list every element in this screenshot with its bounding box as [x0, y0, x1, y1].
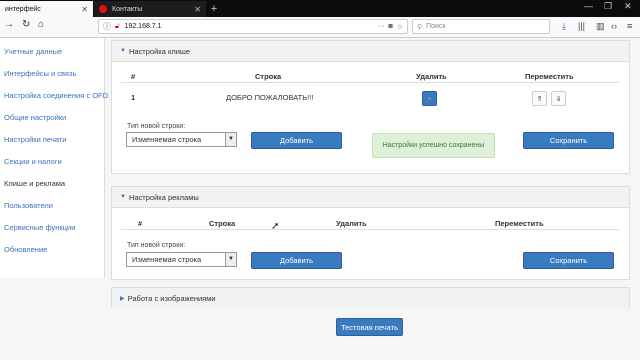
developer-icon[interactable]: ‹› [611, 21, 617, 31]
column-header-row: Строка [255, 72, 282, 81]
new-tab-icon[interactable]: + [207, 2, 221, 16]
cliche-panel-header[interactable]: ▼ Настройка клише [112, 41, 629, 62]
home-icon[interactable]: ⌂ [38, 19, 44, 30]
column-header-move: Переместить [495, 219, 544, 228]
sidebar-item-update[interactable]: Обновление [4, 245, 47, 254]
sidebar-item-general[interactable]: Общие настройки [4, 113, 66, 122]
panel-title: Настройка рекламы [128, 192, 199, 202]
sidebar-icon[interactable]: ▥ [596, 21, 605, 32]
sidebar-item-print[interactable]: Настройки печати [4, 135, 66, 144]
menu-icon[interactable]: ≡ [627, 21, 632, 31]
column-header-delete: Удалить [416, 72, 447, 81]
column-header-num: # [131, 72, 136, 81]
search-icon: ⚲ [417, 23, 423, 31]
caret-down-icon: ▼ [120, 194, 126, 200]
ads-panel-header[interactable]: ▼ Настройка рекламы [112, 187, 629, 208]
close-window-icon[interactable]: ✕ [624, 1, 632, 12]
download-icon[interactable]: ⤓ [562, 21, 566, 32]
sidebar-item-interfaces[interactable]: Интерфейсы и связь [4, 69, 76, 78]
images-panel: ▶ Работа с изображениями [111, 287, 630, 309]
maximize-icon[interactable]: ❐ [604, 1, 612, 12]
add-row-button[interactable]: Добавить [251, 132, 342, 149]
row-number: 1 [131, 93, 136, 102]
cliche-panel: ▼ Настройка клише [111, 40, 630, 174]
select-value: Изменяемая строка [132, 255, 202, 264]
sidebar-item-users[interactable]: Пользователи [4, 201, 53, 210]
new-row-type-select[interactable]: Изменяемая строка ▼ [126, 132, 237, 147]
table-divider [121, 229, 619, 230]
site-favicon-icon [99, 5, 107, 13]
save-button[interactable]: Сохранить [523, 252, 614, 269]
bookmark-star-icon[interactable]: ☆ [397, 23, 403, 31]
test-print-button[interactable]: Тестовая печать [336, 318, 403, 336]
new-row-type-label: Тип новой строки: [127, 242, 186, 249]
images-panel-header[interactable]: ▶ Работа с изображениями [112, 288, 629, 309]
insecure-lock-icon[interactable]: 🔓︎ [115, 23, 120, 31]
delete-row-button[interactable]: - [422, 91, 437, 106]
row-text: ДОБРО ПОЖАЛОВАТЬ!!! [226, 93, 314, 102]
minimize-icon[interactable]: — [584, 1, 593, 11]
sidebar-item-service[interactable]: Сервисные функции [4, 223, 75, 232]
column-header-row: Строка [209, 219, 236, 228]
column-header-move: Переместить [525, 72, 574, 81]
table-divider [121, 82, 619, 83]
move-down-icon[interactable]: ⇓ [551, 91, 566, 106]
new-row-type-label: Тип новой строки: [127, 123, 186, 130]
panel-title: Настройка клише [128, 46, 191, 56]
sidebar-item-ofd[interactable]: Настройка соединения с OFD [4, 91, 108, 100]
search-input[interactable]: ⚲ Поиск [412, 19, 550, 34]
add-row-button[interactable]: Добавить [251, 252, 342, 269]
caret-right-icon: ▶ [120, 296, 125, 302]
tab-interface[interactable]: интерфейс ✕ [0, 1, 93, 17]
reload-icon[interactable]: ↻ [22, 19, 30, 30]
close-icon[interactable]: ✕ [81, 5, 88, 14]
sidebar-item-sections[interactable]: Секции и налоги [4, 157, 62, 166]
page-actions-icon[interactable]: ··· [377, 23, 384, 30]
url-bar[interactable]: ⓘ 🔓︎ 192.168.7.1 ··· ◙ ☆ [98, 19, 408, 34]
success-alert: Настройки успешно сохранены [372, 133, 495, 158]
library-icon[interactable]: ||| [578, 21, 585, 31]
info-icon[interactable]: ⓘ [103, 21, 111, 32]
search-placeholder: Поиск [426, 23, 446, 30]
tab-contacts[interactable]: Контакты ✕ [94, 1, 206, 17]
column-header-num: # [138, 219, 143, 228]
sidebar-item-credentials[interactable]: Учетные данные [4, 47, 62, 56]
save-button[interactable]: Сохранить [523, 132, 614, 149]
tab-title: интерфейс [5, 5, 41, 13]
sidebar-item-cliche[interactable]: Клише и реклама [4, 179, 65, 188]
mouse-cursor-icon: ➚ [271, 221, 280, 232]
pocket-icon[interactable]: ◙ [388, 23, 392, 30]
column-header-delete: Удалить [336, 219, 367, 228]
dropdown-arrow-icon[interactable]: ▼ [225, 253, 236, 266]
new-row-type-select[interactable]: Изменяемая строка ▼ [126, 252, 237, 267]
dropdown-arrow-icon[interactable]: ▼ [225, 133, 236, 146]
url-text[interactable]: 192.168.7.1 [125, 23, 162, 30]
move-up-icon[interactable]: ⇑ [532, 91, 547, 106]
panel-title: Работа с изображениями [127, 294, 216, 303]
forward-icon[interactable]: → [4, 19, 14, 30]
select-value: Изменяемая строка [132, 135, 202, 144]
close-icon[interactable]: ✕ [194, 5, 201, 14]
caret-down-icon: ▼ [120, 48, 126, 54]
tab-title: Контакты [112, 5, 143, 13]
